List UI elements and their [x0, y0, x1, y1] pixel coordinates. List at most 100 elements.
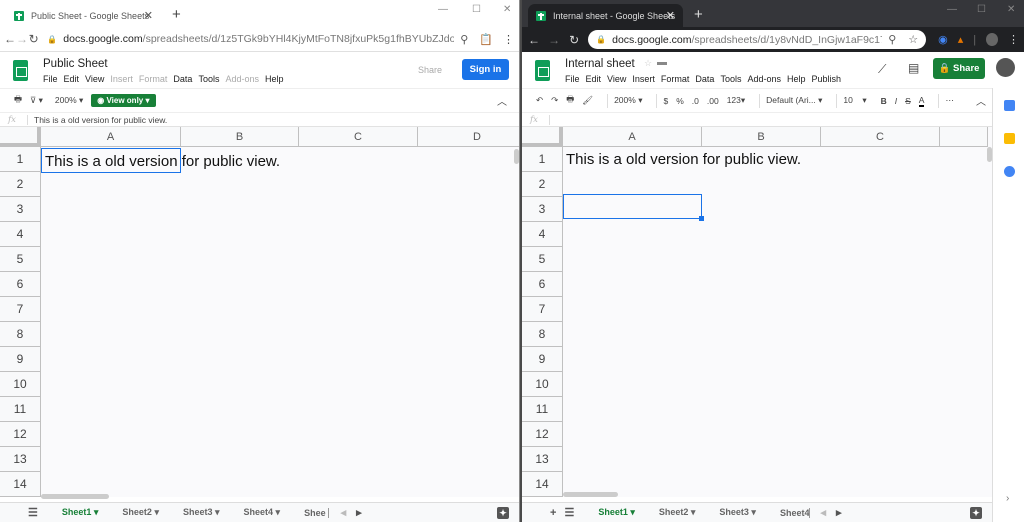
reload-button[interactable]: ↻ — [28, 32, 39, 46]
row-header-5[interactable]: 5 — [0, 247, 41, 272]
zoom-select[interactable]: 200% ▾ — [614, 95, 642, 106]
row-header-11[interactable]: 11 — [522, 397, 563, 422]
redo-icon[interactable]: ↷ — [551, 95, 558, 106]
row-header-12[interactable]: 12 — [522, 422, 563, 447]
row-header-4[interactable]: 4 — [0, 222, 41, 247]
sheet-tab-5[interactable]: Shee — [304, 507, 329, 518]
doc-title[interactable]: Internal sheet — [565, 58, 635, 70]
menu-kebab-icon[interactable]: ⋮ — [1008, 33, 1019, 46]
row-header-9[interactable]: 9 — [522, 347, 563, 372]
close-window-button[interactable]: ✕ — [1007, 4, 1015, 15]
browser-tab[interactable]: Internal sheet - Google Sheets ✕ — [528, 4, 683, 27]
sheet-tab-2[interactable]: Sheet2 ▾ — [122, 507, 159, 518]
column-header-A[interactable]: A — [41, 127, 181, 147]
menu-help[interactable]: Help — [265, 74, 284, 84]
star-bookmark-icon[interactable]: ☆ — [908, 33, 918, 46]
percent-format-button[interactable]: % — [676, 96, 684, 106]
maximize-button[interactable]: ☐ — [977, 4, 986, 15]
close-window-button[interactable]: ✕ — [503, 4, 511, 15]
select-all-corner[interactable] — [0, 127, 41, 147]
row-header-3[interactable]: 3 — [522, 197, 563, 222]
font-select[interactable]: Default (Ari... ▾ — [766, 95, 822, 106]
menu-edit[interactable]: Edit — [586, 74, 602, 84]
search-icon[interactable]: ⚲ — [888, 33, 896, 46]
new-tab-button[interactable]: + — [694, 6, 703, 23]
all-sheets-icon[interactable]: ☰ — [28, 506, 38, 519]
maximize-button[interactable]: ☐ — [472, 4, 481, 15]
add-sheet-icon[interactable]: + — [550, 507, 556, 519]
row-header-3[interactable]: 3 — [0, 197, 41, 222]
row-header-13[interactable]: 13 — [522, 447, 563, 472]
back-button[interactable]: ← — [524, 33, 544, 47]
scroll-tabs-left-icon[interactable]: ◂ — [341, 506, 347, 519]
font-size-select[interactable]: 10 ▾ — [843, 95, 866, 106]
row-header-6[interactable]: 6 — [522, 272, 563, 297]
account-avatar[interactable] — [996, 58, 1015, 77]
print-icon[interactable]: 🖶 — [14, 94, 22, 108]
sheet-tab-2[interactable]: Sheet2 ▾ — [659, 507, 696, 518]
row-header-7[interactable]: 7 — [0, 297, 41, 322]
scroll-tabs-right-icon[interactable]: ▸ — [356, 506, 362, 519]
folder-icon[interactable]: ▬ — [657, 57, 667, 68]
explore-icon[interactable]: ✦ — [970, 507, 982, 519]
row-header-2[interactable]: 2 — [0, 172, 41, 197]
expand-panel-icon[interactable]: › — [1006, 493, 1009, 504]
keep-icon[interactable] — [1004, 133, 1015, 144]
menu-file[interactable]: File — [43, 74, 58, 84]
row-header-7[interactable]: 7 — [522, 297, 563, 322]
row-header-12[interactable]: 12 — [0, 422, 41, 447]
all-sheets-icon[interactable]: ☰ — [564, 506, 574, 519]
italic-button[interactable]: I — [895, 96, 897, 106]
row-header-4[interactable]: 4 — [522, 222, 563, 247]
row-header-11[interactable]: 11 — [0, 397, 41, 422]
browser-tab[interactable]: Public Sheet - Google Sheets ✕ — [6, 4, 161, 27]
select-all-corner[interactable] — [522, 127, 563, 147]
sheet-tab-1[interactable]: Sheet1 ▾ — [62, 507, 99, 518]
extension-icon[interactable]: ◉ — [938, 33, 948, 46]
undo-icon[interactable]: ↶ — [536, 95, 543, 106]
row-header-8[interactable]: 8 — [0, 322, 41, 347]
row-header-14[interactable]: 14 — [522, 472, 563, 497]
menu-tools[interactable]: Tools — [198, 74, 219, 84]
menu-kebab-icon[interactable]: ⋮ — [503, 33, 514, 46]
reload-button[interactable]: ↻ — [564, 33, 584, 47]
row-header-8[interactable]: 8 — [522, 322, 563, 347]
sheet-tab-4[interactable]: Sheet4 ▾ — [244, 507, 281, 518]
forward-button[interactable]: → — [16, 32, 28, 46]
close-tab-icon[interactable]: ✕ — [144, 9, 153, 22]
sheet-tab-1[interactable]: Sheet1 ▾ — [598, 507, 635, 518]
scroll-tabs-left-icon[interactable]: ◂ — [820, 506, 826, 519]
menu-publish[interactable]: Publish — [812, 74, 842, 84]
collapse-menu-icon[interactable]: ︿ — [976, 93, 986, 108]
doc-title[interactable]: Public Sheet — [43, 58, 108, 70]
row-header-10[interactable]: 10 — [0, 372, 41, 397]
menu-file[interactable]: File — [565, 74, 580, 84]
row-header-6[interactable]: 6 — [0, 272, 41, 297]
row-header-9[interactable]: 9 — [0, 347, 41, 372]
row-header-1[interactable]: 1 — [522, 147, 563, 172]
strikethrough-button[interactable]: S — [905, 96, 911, 106]
sign-in-button[interactable]: Sign in — [462, 59, 509, 80]
profile-avatar[interactable] — [986, 33, 998, 46]
fill-handle[interactable] — [699, 216, 704, 221]
explore-icon[interactable]: ✦ — [497, 507, 509, 519]
column-header-D[interactable] — [940, 127, 988, 147]
paint-format-icon[interactable]: 🖌 — [582, 95, 593, 106]
horizontal-scrollbar[interactable] — [41, 494, 109, 499]
menu-insert[interactable]: Insert — [632, 74, 655, 84]
row-header-13[interactable]: 13 — [0, 447, 41, 472]
view-only-button[interactable]: ◉ View only ▾ — [91, 94, 156, 107]
print-icon[interactable]: 🖶 — [566, 94, 574, 108]
sheet-tab-3[interactable]: Sheet3 ▾ — [719, 507, 756, 518]
close-tab-icon[interactable]: ✕ — [666, 9, 675, 22]
menu-format[interactable]: Format — [661, 74, 690, 84]
menu-data[interactable]: Data — [695, 74, 714, 84]
row-header-5[interactable]: 5 — [522, 247, 563, 272]
column-header-C[interactable]: C — [821, 127, 940, 147]
activity-trend-icon[interactable]: ⟋ — [878, 62, 886, 77]
zoom-magnifier-icon[interactable]: ⚲ — [460, 33, 468, 46]
row-header-10[interactable]: 10 — [522, 372, 563, 397]
menu-help[interactable]: Help — [787, 74, 806, 84]
scroll-tabs-right-icon[interactable]: ▸ — [836, 506, 842, 519]
clipboard-icon[interactable]: 📋 — [479, 33, 493, 46]
